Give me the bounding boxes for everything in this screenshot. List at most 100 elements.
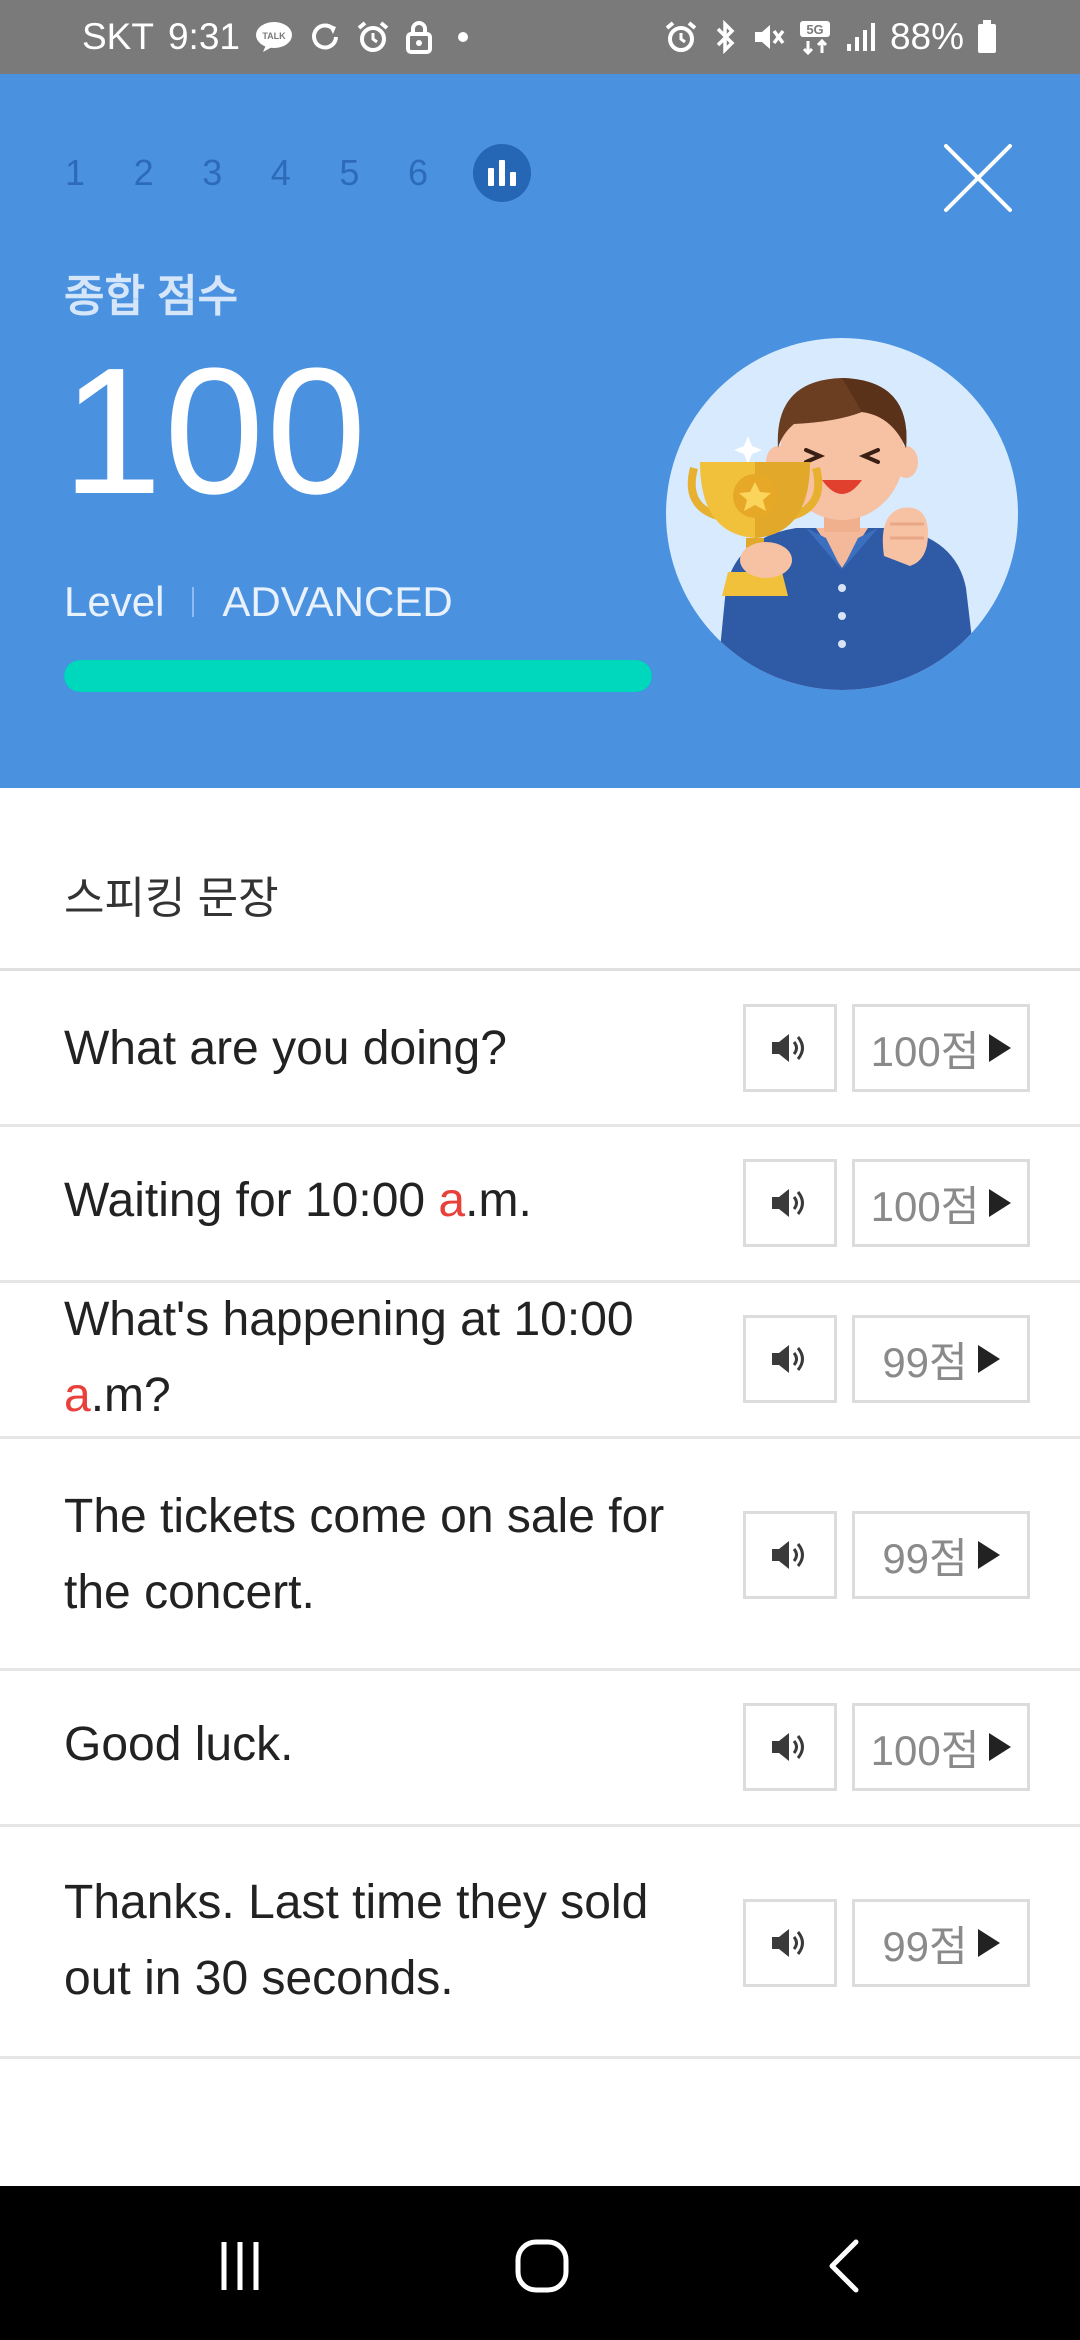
sentence-text: What's happening at 10:00 a.m? — [64, 1283, 684, 1433]
step-4[interactable]: 4 — [271, 152, 340, 194]
sync-icon — [308, 20, 342, 54]
step-1[interactable]: 1 — [65, 152, 134, 194]
dot-icon — [448, 20, 478, 54]
sentence-fragment: What's happening at 10:00 — [64, 1293, 634, 1346]
speaker-icon — [772, 1929, 804, 1957]
sentence-text: Waiting for 10:00 a.m. — [64, 1163, 704, 1239]
sentence-score: 100점 — [870, 1182, 980, 1230]
back-icon — [829, 2239, 859, 2293]
step-3[interactable]: 3 — [202, 152, 271, 194]
sentence-text: Thanks. Last time they sold out in 30 se… — [64, 1865, 724, 2017]
highlighted-fragment: a — [438, 1174, 466, 1227]
bluetooth-icon — [710, 20, 740, 54]
sentence-fragment: .m. — [465, 1174, 532, 1227]
score-progress-bar — [64, 660, 652, 692]
close-button[interactable] — [940, 140, 1016, 216]
speaking-sentences-title: 스피킹 문장 — [64, 874, 279, 923]
sentence-score-button[interactable]: 100점 — [852, 1703, 1030, 1791]
home-icon — [515, 2239, 569, 2293]
status-bar: SKT 9:31 TALK 5G 88% — [0, 0, 1080, 74]
lock-icon — [404, 20, 434, 54]
level-label: Level — [64, 578, 165, 625]
speaker-icon — [772, 1034, 804, 1062]
step-6[interactable]: 6 — [408, 152, 477, 194]
play-audio-button[interactable] — [743, 1703, 837, 1791]
sentence-content: What are you doing? — [64, 1022, 507, 1075]
bar-chart-icon[interactable] — [472, 144, 531, 202]
sentence-score: 99점 — [882, 1534, 968, 1582]
trophy-character-illustration — [666, 338, 1018, 690]
play-audio-button[interactable] — [743, 1315, 837, 1403]
sentence-list: What are you doing? 100점 Waiting for 10:… — [0, 968, 1080, 2059]
play-icon — [989, 1034, 1012, 1062]
sentence-text: The tickets come on sale for the concert… — [64, 1479, 684, 1631]
close-icon — [944, 144, 1012, 212]
battery-percent: 88% — [889, 16, 964, 57]
sentence-row: Thanks. Last time they sold out in 30 se… — [0, 1827, 1080, 2059]
sentence-content: Thanks. Last time they sold out in 30 se… — [64, 1876, 648, 2005]
sentence-fragment: Good luck. — [64, 1718, 294, 1771]
play-icon — [989, 1189, 1012, 1217]
total-score: 100 — [62, 331, 369, 532]
play-audio-button[interactable] — [743, 1159, 837, 1247]
step-2[interactable]: 2 — [134, 152, 203, 194]
svg-text:TALK: TALK — [262, 31, 286, 41]
play-icon — [977, 1345, 1000, 1373]
system-nav-bar — [0, 2186, 1080, 2340]
speaker-icon — [772, 1345, 804, 1373]
battery-icon — [976, 19, 998, 55]
score-header: 1 2 3 4 5 6 종합 점수 100 Level ADVANCED — [0, 74, 1080, 788]
sentence-fragment: Thanks. Last time they sold out in 30 se… — [64, 1876, 649, 2005]
sentence-fragment: The tickets come on sale for the concert… — [64, 1490, 665, 1619]
sentence-row: Good luck. 100점 — [0, 1671, 1080, 1827]
highlighted-fragment: a — [64, 1369, 91, 1422]
play-audio-button[interactable] — [743, 1004, 837, 1092]
back-button[interactable] — [806, 2226, 886, 2306]
sentence-score-button[interactable]: 100점 — [852, 1004, 1030, 1092]
sentence-score-button[interactable]: 99점 — [852, 1511, 1030, 1599]
sentence-content: The tickets come on sale for the concert… — [64, 1490, 664, 1619]
sentence-score: 99점 — [882, 1922, 968, 1970]
step-5[interactable]: 5 — [339, 152, 408, 194]
carrier-label: SKT — [82, 16, 154, 57]
sentence-score-button[interactable]: 99점 — [852, 1315, 1030, 1403]
play-audio-button[interactable] — [743, 1899, 837, 1987]
sentence-content: Waiting for 10:00 a.m. — [64, 1174, 532, 1227]
play-icon — [977, 1541, 1000, 1569]
status-right: 5G 88% — [664, 16, 998, 58]
speaker-icon — [772, 1189, 804, 1217]
level-value: ADVANCED — [222, 578, 453, 625]
recents-button[interactable] — [200, 2226, 280, 2306]
sentence-text: Good luck. — [64, 1707, 704, 1783]
recents-icon — [221, 2242, 259, 2290]
sentence-score: 100점 — [870, 1726, 980, 1774]
sentence-row: The tickets come on sale for the concert… — [0, 1439, 1080, 1671]
network-label: 5G — [806, 22, 823, 37]
5g-icon: 5G — [798, 19, 832, 55]
step-nav: 1 2 3 4 5 6 — [65, 144, 531, 202]
sentence-row: What are you doing? 100점 — [0, 971, 1080, 1127]
score-title: 종합 점수 — [64, 272, 239, 321]
sentence-score-button[interactable]: 100점 — [852, 1159, 1030, 1247]
status-left: SKT 9:31 TALK — [82, 16, 478, 58]
speaker-icon — [772, 1733, 804, 1761]
sentence-row: Waiting for 10:00 a.m. 100점 — [0, 1127, 1080, 1283]
home-button[interactable] — [502, 2226, 582, 2306]
talk-icon: TALK — [254, 20, 294, 54]
play-audio-button[interactable] — [743, 1511, 837, 1599]
sentence-fragment: .m? — [90, 1369, 171, 1422]
sentence-score-button[interactable]: 99점 — [852, 1899, 1030, 1987]
speaker-icon — [772, 1541, 804, 1569]
sentence-content: What's happening at 10:00 a.m? — [64, 1282, 684, 1434]
alarm-icon — [664, 20, 698, 54]
sentence-score: 100점 — [870, 1027, 980, 1075]
score-progress-fill — [64, 660, 652, 692]
level-separator — [192, 587, 195, 617]
sentence-score: 99점 — [882, 1338, 968, 1386]
play-icon — [977, 1929, 1000, 1957]
sentence-content: Good luck. — [64, 1718, 293, 1771]
sentence-fragment: What are you doing? — [64, 1022, 507, 1075]
level-row: Level ADVANCED — [64, 578, 453, 626]
sentence-text: What are you doing? — [64, 1011, 704, 1087]
clock: 9:31 — [167, 16, 240, 57]
